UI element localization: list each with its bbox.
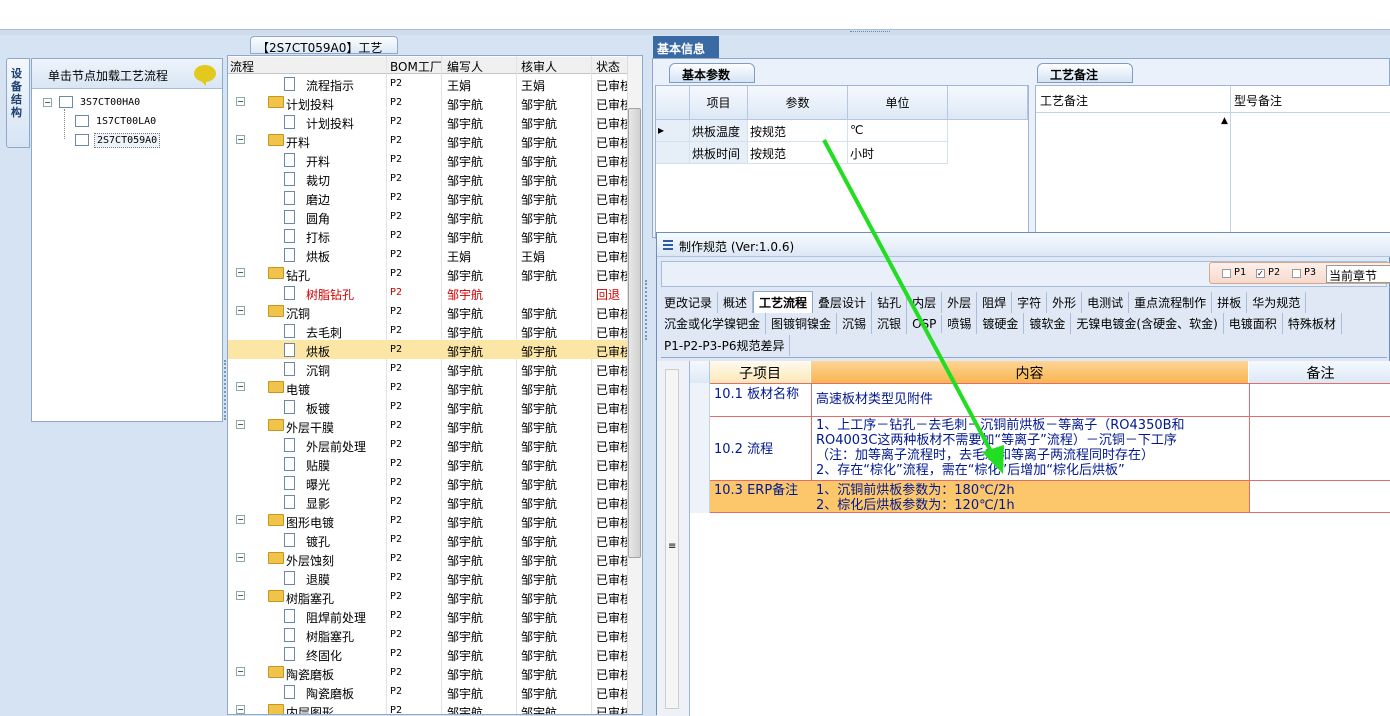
annotation-arrow (822, 139, 1004, 474)
